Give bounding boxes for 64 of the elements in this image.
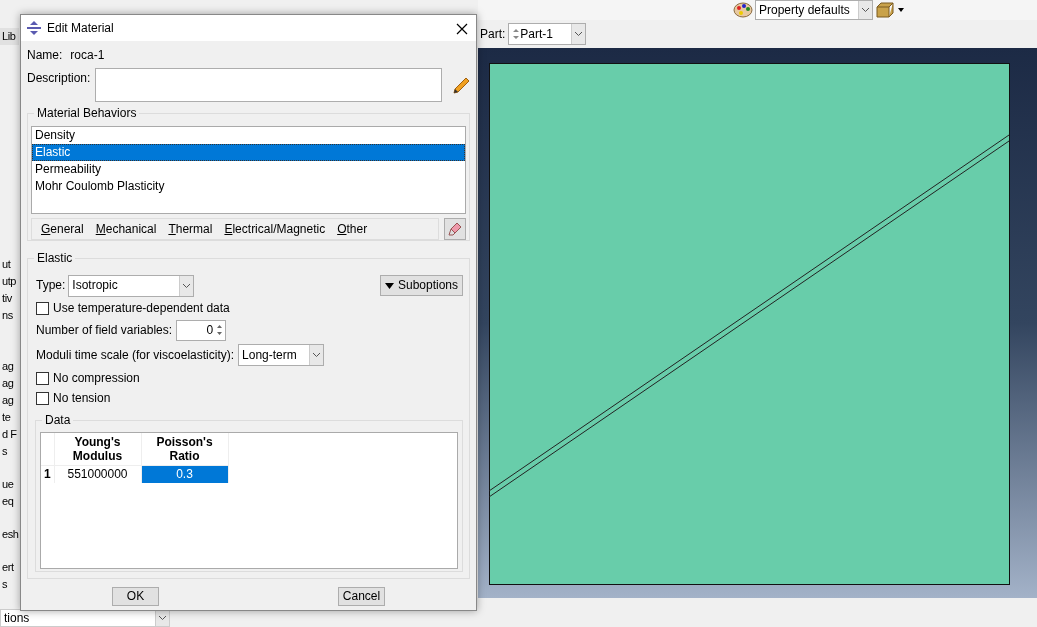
chevron-icon bbox=[182, 282, 192, 289]
checkbox[interactable] bbox=[36, 391, 49, 405]
panel-item[interactable]: ag bbox=[0, 392, 19, 409]
eraser-icon bbox=[448, 222, 462, 236]
checkbox-label: Use temperature-dependent data bbox=[53, 299, 230, 317]
table-cell[interactable]: 551000000 bbox=[54, 465, 141, 483]
column-header: Young's Modulus bbox=[54, 433, 141, 466]
dropdown[interactable]: tions bbox=[0, 609, 170, 627]
panel-item[interactable]: s bbox=[0, 576, 19, 593]
panel-item[interactable]: ag bbox=[0, 358, 19, 375]
suboptions-button[interactable]: Suboptions bbox=[379, 275, 463, 296]
dialog-button[interactable]: OK bbox=[112, 587, 159, 606]
number-spinner[interactable]: 0 bbox=[176, 319, 227, 341]
eraser-button[interactable] bbox=[444, 218, 466, 240]
menu-item[interactable]: Thermal bbox=[162, 220, 219, 238]
window-title: Edit Material bbox=[47, 19, 114, 37]
panel-item[interactable]: utp bbox=[0, 273, 19, 290]
menu-item[interactable]: Mechanical bbox=[89, 220, 163, 238]
description-field[interactable] bbox=[95, 68, 442, 102]
chevron-icon bbox=[861, 7, 870, 13]
list-item[interactable]: Permeability bbox=[32, 161, 465, 178]
panel-item[interactable]: ut bbox=[0, 256, 19, 273]
pencil-icon[interactable] bbox=[452, 77, 470, 95]
panel-item[interactable]: ns bbox=[0, 307, 19, 324]
part-dropdown[interactable]: Part-1 bbox=[508, 23, 587, 45]
toolbar-button[interactable]: Lib bbox=[0, 28, 19, 45]
field-label: Number of field variables: bbox=[36, 321, 173, 339]
list-item[interactable]: Elastic bbox=[32, 144, 465, 161]
chevron-icon bbox=[158, 615, 167, 621]
panel-item[interactable]: te bbox=[0, 409, 19, 426]
checkbox-label: No compression bbox=[53, 369, 140, 387]
menu-item[interactable]: Other bbox=[331, 220, 374, 238]
panel-item[interactable]: eq bbox=[0, 493, 19, 510]
panel-item[interactable]: esh bbox=[0, 526, 19, 543]
display-group-dropdown[interactable]: Property defaults bbox=[755, 0, 873, 20]
name-value: roca-1 bbox=[70, 47, 105, 64]
name-label: Name: bbox=[27, 47, 63, 64]
checkbox-label: No tension bbox=[53, 389, 111, 407]
dialog-button[interactable]: Cancel bbox=[338, 587, 385, 606]
panel-item[interactable]: d F bbox=[0, 426, 19, 443]
menu-item[interactable]: Electrical/Magnetic bbox=[218, 220, 332, 238]
field-label: Moduli time scale (for viscoelasticity): bbox=[36, 346, 235, 364]
part-label: Part: bbox=[480, 25, 506, 43]
menu-item[interactable]: General bbox=[35, 220, 90, 238]
list-item[interactable]: Mohr Coulomb Plasticity bbox=[32, 178, 465, 195]
box-icon[interactable] bbox=[875, 1, 905, 19]
checkbox[interactable] bbox=[36, 301, 49, 315]
type-label: Type: bbox=[36, 277, 66, 294]
column-header: Poisson's Ratio bbox=[141, 433, 228, 466]
panel-item[interactable]: ue bbox=[0, 476, 19, 493]
palette-icon bbox=[733, 1, 753, 19]
app-icon bbox=[27, 19, 41, 37]
chevron-icon bbox=[312, 352, 322, 358]
list-item[interactable]: Density bbox=[32, 127, 465, 144]
type-dropdown[interactable]: Isotropic bbox=[68, 274, 195, 297]
panel-item[interactable]: ert bbox=[0, 559, 19, 576]
checkbox[interactable] bbox=[36, 371, 49, 385]
description-label: Description: bbox=[27, 70, 91, 87]
panel-item[interactable]: s bbox=[0, 443, 19, 460]
panel-item[interactable]: ag bbox=[0, 375, 19, 392]
row-number: 1 bbox=[41, 465, 54, 483]
chevron-icon bbox=[574, 31, 584, 37]
moduli-dropdown[interactable]: Long-term bbox=[238, 344, 325, 366]
panel-item[interactable]: tiv bbox=[0, 290, 19, 307]
